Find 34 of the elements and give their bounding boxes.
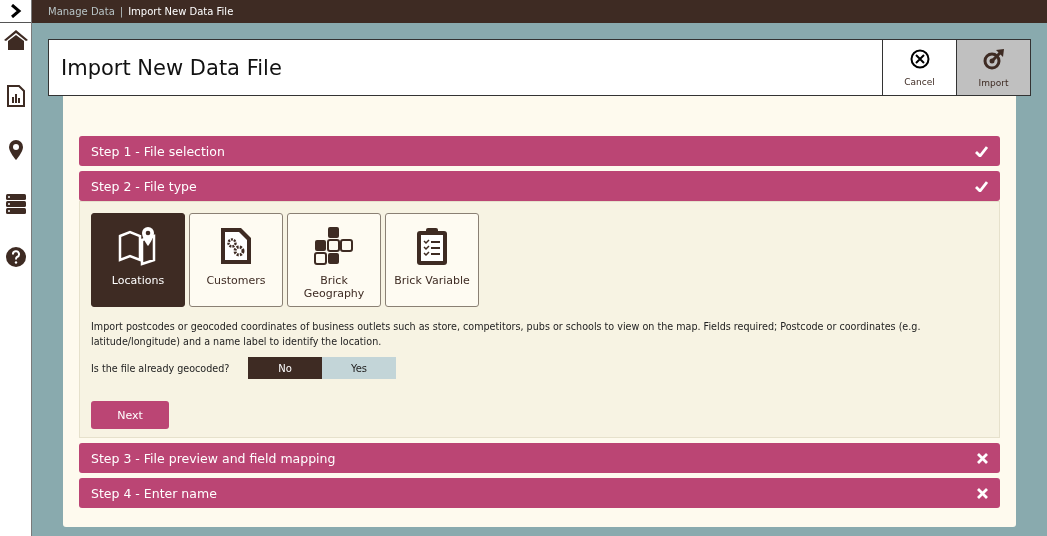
breadcrumb-link[interactable]: Manage Data <box>48 6 115 17</box>
question-label: Is the file already geocoded? <box>91 362 231 374</box>
step-title: Step 4 - Enter name <box>91 485 217 501</box>
map-pin-icon[interactable] <box>7 139 24 161</box>
file-type-option[interactable]: Locations <box>91 213 185 307</box>
toggle-option[interactable]: Yes <box>322 357 396 379</box>
description-text: Import postcodes or geocoded coordinates of business outlets such as store, competitors, pubs or schools to view on the map. Fields required; Postcode or coordinates (e.g. latitude/longitude) and a name label to identify the location. <box>91 320 922 349</box>
breadcrumb-current: Import New Data File <box>128 6 234 17</box>
help-icon[interactable] <box>5 247 26 267</box>
file-type-option[interactable]: Brick Geography <box>287 213 381 307</box>
page-title: Import New Data File <box>60 55 283 80</box>
grid-squares-icon <box>314 226 354 266</box>
step-title: Step 1 - File selection <box>91 143 225 159</box>
target-arrow-icon <box>982 47 1005 70</box>
map-pin-icon <box>118 226 158 266</box>
document-gears-icon <box>219 226 253 266</box>
home-icon[interactable] <box>2 29 29 51</box>
breadcrumb-separator: | <box>119 6 124 17</box>
file-type-option[interactable]: Customers <box>189 213 283 307</box>
checklist-clipboard-icon <box>416 226 448 266</box>
toggle-option[interactable]: No <box>248 357 322 379</box>
import-button[interactable]: Import <box>956 40 1030 95</box>
step-header[interactable]: Step 4 - Enter name <box>79 478 1000 508</box>
server-icon[interactable] <box>5 193 26 215</box>
file-type-option[interactable]: Brick Variable <box>385 213 479 307</box>
step-header[interactable]: Step 1 - File selection <box>79 136 1000 166</box>
chevron-right-icon <box>9 4 22 18</box>
step-title: Step 2 - File type <box>91 178 197 194</box>
step-header[interactable]: Step 2 - File type <box>79 171 1000 201</box>
step-title: Step 3 - File preview and field mapping <box>91 450 336 466</box>
step-header[interactable]: Step 3 - File preview and field mapping <box>79 443 1000 473</box>
next-button[interactable]: Next <box>91 401 169 429</box>
report-icon[interactable] <box>6 85 25 107</box>
close-icon <box>909 48 930 69</box>
